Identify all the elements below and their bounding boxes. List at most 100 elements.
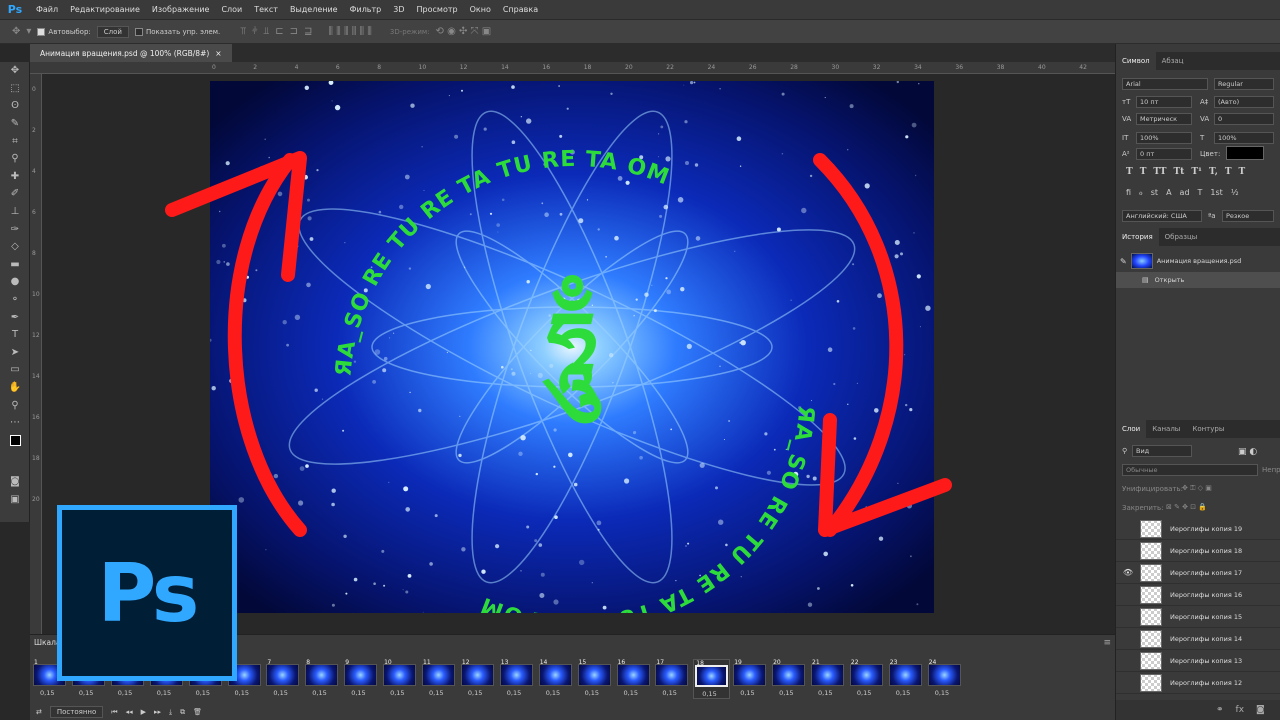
menu-item[interactable]: Редактирование (64, 5, 146, 14)
layer-row[interactable]: Иероглифы копия 14 (1116, 628, 1280, 650)
tab-character[interactable]: Символ (1116, 52, 1156, 70)
frame-duration[interactable]: 0,15 (157, 689, 171, 697)
autoselect-checkbox[interactable] (37, 27, 46, 36)
opentype-button[interactable]: A (1166, 188, 1171, 197)
type-style-button[interactable]: T (1239, 167, 1246, 177)
document-tab[interactable]: Анимация вращения.psd @ 100% (RGB/8#) × (30, 44, 232, 62)
timeline-frame[interactable]: 19 0,15 (732, 659, 769, 699)
autoselect-dropdown[interactable]: Слой (96, 25, 129, 38)
menu-item[interactable]: Файл (30, 5, 64, 14)
layer-row[interactable]: Иероглифы копия 16 (1116, 584, 1280, 606)
tab-swatches[interactable]: Образцы (1159, 228, 1204, 246)
type-style-button[interactable]: T (1126, 167, 1133, 177)
healing-tool-icon[interactable]: ✚ (0, 168, 30, 186)
mask-icon[interactable]: ◙ (1256, 705, 1265, 715)
frame-duration[interactable]: 0,15 (390, 689, 404, 697)
kerning-field[interactable]: Метрическ (1136, 113, 1192, 125)
timeline-frame[interactable]: 23 0,15 (888, 659, 925, 699)
hand-tool-icon[interactable]: ✋ (0, 379, 30, 397)
type-style-button[interactable]: Tt (1173, 167, 1184, 177)
align-right-icon[interactable]: ⊒ (304, 26, 312, 37)
3d-orbit-icon[interactable]: ⟲ ◉ ✣ ⤧ ▣ (436, 26, 492, 37)
layer-row[interactable]: Иероглифы копия 15 (1116, 606, 1280, 628)
timeline-frame[interactable]: 18 0,15 (693, 659, 731, 699)
marquee-tool-icon[interactable]: ⬚ (0, 80, 30, 98)
unify-icons[interactable]: ✥ ⚿ ◇ ▣ (1182, 484, 1212, 493)
pen-tool-icon[interactable]: ✒ (0, 308, 30, 326)
menu-item[interactable]: Слои (215, 5, 248, 14)
tween-icon[interactable]: ⤓ (169, 708, 172, 717)
align-left-icon[interactable]: ⊏ (275, 26, 283, 37)
link-icon[interactable]: ⚭ (1216, 705, 1224, 715)
frame-duration[interactable]: 0,15 (585, 689, 599, 697)
frame-duration[interactable]: 0,15 (740, 689, 754, 697)
opentype-button[interactable]: fi (1126, 188, 1131, 197)
show-controls-checkbox[interactable] (134, 27, 143, 36)
opentype-button[interactable]: ℴ (1139, 188, 1143, 197)
tab-paths[interactable]: Контуры (1186, 420, 1230, 438)
type-style-button[interactable]: TT (1153, 167, 1166, 177)
filter-icons[interactable]: ▣ ◐ (1238, 447, 1257, 457)
timeline-frame[interactable]: 15 0,15 (577, 659, 614, 699)
history-step[interactable]: ▤ Открыть (1116, 272, 1280, 288)
hscale-field[interactable]: 100% (1214, 132, 1274, 144)
frame-duration[interactable]: 0,15 (196, 689, 210, 697)
frame-duration[interactable]: 0,15 (429, 689, 443, 697)
eraser-tool-icon[interactable]: ◇ (0, 238, 30, 256)
history-snapshot[interactable]: ✎ Анимация вращения.psd (1120, 250, 1280, 272)
timeline-frame[interactable]: 16 0,15 (616, 659, 653, 699)
color-swatches-icon[interactable] (0, 431, 30, 449)
frame-duration[interactable]: 0,15 (857, 689, 871, 697)
tab-paragraph[interactable]: Абзац (1156, 52, 1190, 70)
vscale-field[interactable]: 100% (1136, 132, 1192, 144)
layer-row[interactable]: Иероглифы копия 12 (1116, 672, 1280, 694)
move-tool-icon[interactable]: ✥ (12, 26, 20, 37)
frame-duration[interactable]: 0,15 (662, 689, 676, 697)
duplicate-frame-icon[interactable]: ⧉ (180, 708, 185, 717)
eye-icon[interactable]: 👁 (1116, 568, 1140, 577)
convert-icon[interactable]: ⇄ (36, 708, 42, 716)
frame-duration[interactable]: 0,15 (40, 689, 54, 697)
document-canvas[interactable]: ЯА_SO RE TU RE TA TU RE TA OM ЯА_SO RE T… (210, 81, 934, 613)
chevron-down-icon[interactable]: ▾ (26, 26, 31, 37)
opentype-button[interactable]: 1st (1210, 188, 1222, 197)
align-vcenter-icon[interactable]: ⫩ (252, 26, 258, 37)
frame-duration[interactable]: 0,15 (235, 689, 249, 697)
layer-row[interactable]: 👁 Иероглифы копия 17 (1116, 562, 1280, 584)
layer-row[interactable]: Иероглифы копия 18 (1116, 540, 1280, 562)
font-family-select[interactable]: Arial (1122, 78, 1208, 90)
leading-field[interactable]: (Авто) (1214, 96, 1274, 108)
gradient-tool-icon[interactable]: ▬ (0, 256, 30, 274)
path-select-tool-icon[interactable]: ➤ (0, 344, 30, 362)
menu-item[interactable]: Справка (497, 5, 544, 14)
close-icon[interactable]: × (215, 49, 221, 58)
tracking-field[interactable]: 0 (1214, 113, 1274, 125)
tab-history[interactable]: История (1116, 228, 1159, 246)
lasso-tool-icon[interactable]: ʘ (0, 97, 30, 115)
type-style-button[interactable]: T¹ (1191, 167, 1202, 177)
next-frame-icon[interactable]: ▸▸ (154, 708, 161, 716)
timeline-frame[interactable]: 7 0,15 (265, 659, 302, 699)
crop-tool-icon[interactable]: ⌗ (0, 132, 30, 150)
frame-duration[interactable]: 0,15 (779, 689, 793, 697)
play-icon[interactable]: ▶ (141, 708, 146, 716)
frame-duration[interactable]: 0,15 (702, 690, 716, 698)
menu-item[interactable]: Выделение (284, 5, 344, 14)
menu-item[interactable]: 3D (387, 5, 410, 14)
move-tool-icon[interactable]: ✥ (0, 62, 30, 80)
menu-item[interactable]: Текст (248, 5, 284, 14)
opentype-button[interactable]: ad (1180, 188, 1190, 197)
stamp-tool-icon[interactable]: ⊥ (0, 203, 30, 221)
opentype-button[interactable]: st (1151, 188, 1158, 197)
timeline-frame[interactable]: 20 0,15 (771, 659, 808, 699)
language-select[interactable]: Английский: США (1122, 210, 1202, 222)
opentype-button[interactable]: ½ (1231, 188, 1239, 197)
more-tools-icon[interactable]: ⋯ (0, 414, 30, 432)
history-brush-icon[interactable]: ✎ (1120, 257, 1127, 266)
frame-duration[interactable]: 0,15 (79, 689, 93, 697)
eyedropper-tool-icon[interactable]: ⚲ (0, 150, 30, 168)
menu-item[interactable]: Окно (464, 5, 497, 14)
baseline-field[interactable]: 0 пт (1136, 148, 1192, 160)
fx-icon[interactable]: fx (1236, 705, 1245, 715)
brush-tool-icon[interactable]: ✐ (0, 185, 30, 203)
